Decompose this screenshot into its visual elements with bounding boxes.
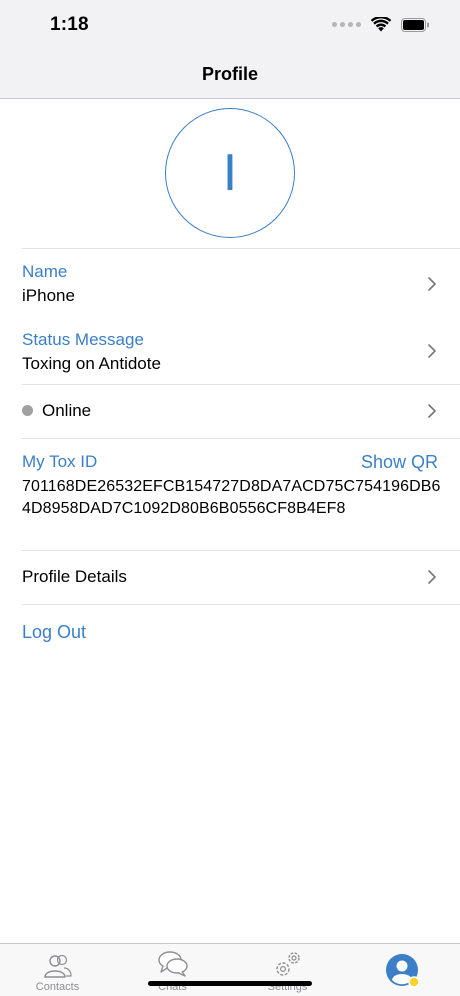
profile-avatar-icon xyxy=(386,954,420,988)
status-bar: 1:18 xyxy=(0,0,460,50)
name-row[interactable]: Name iPhone xyxy=(22,261,438,311)
status-message-label: Status Message xyxy=(22,330,144,349)
contacts-icon xyxy=(44,954,72,978)
divider xyxy=(22,248,460,249)
status-time: 1:18 xyxy=(50,14,89,35)
tab-contacts-label: Contacts xyxy=(35,981,80,993)
tab-profile[interactable] xyxy=(345,944,460,996)
chevron-right-icon xyxy=(428,570,436,584)
name-value: iPhone xyxy=(22,286,75,305)
avatar-initial: I xyxy=(222,144,238,202)
name-label: Name xyxy=(22,262,68,281)
divider xyxy=(22,438,460,439)
online-status: Online xyxy=(22,400,438,422)
show-qr-button[interactable]: Show QR xyxy=(361,451,438,473)
tox-id-value[interactable]: 701168DE26532EFCB154727D8DA7ACD75C754196… xyxy=(22,476,442,520)
chevron-right-icon xyxy=(428,404,436,418)
profile-avatar[interactable]: I xyxy=(165,108,295,238)
online-status-row[interactable]: Online xyxy=(22,400,438,424)
online-status-label: Online xyxy=(42,401,92,420)
chevron-right-icon xyxy=(428,344,436,358)
status-message-value: Toxing on Antidote xyxy=(22,354,161,373)
log-out-row[interactable]: Log Out xyxy=(22,621,438,645)
divider xyxy=(22,384,460,385)
navigation-bar: Profile xyxy=(0,50,460,99)
profile-details-row[interactable]: Profile Details xyxy=(22,566,438,590)
tox-id-section: My Tox ID Show QR 701168DE26532EFCB15472… xyxy=(22,451,440,541)
log-out-button[interactable]: Log Out xyxy=(22,621,438,643)
online-badge-icon xyxy=(408,976,420,988)
cellular-signal-icon xyxy=(332,22,361,27)
page-title: Profile xyxy=(201,64,258,84)
home-indicator xyxy=(148,981,312,986)
tab-settings[interactable]: Settings xyxy=(230,944,345,996)
tab-contacts[interactable]: Contacts xyxy=(0,944,115,996)
status-message-row[interactable]: Status Message Toxing on Antidote xyxy=(22,329,438,379)
settings-icon xyxy=(276,952,300,976)
status-dot-icon xyxy=(22,405,33,417)
divider xyxy=(22,604,460,605)
chevron-right-icon xyxy=(428,277,436,291)
battery-icon xyxy=(401,17,429,32)
tab-bar: Contacts Chats Settings xyxy=(0,943,460,996)
profile-details-label: Profile Details xyxy=(22,567,127,586)
chats-icon xyxy=(158,951,188,977)
status-icons xyxy=(332,17,430,32)
divider xyxy=(22,550,460,551)
wifi-icon xyxy=(371,17,391,32)
tab-chats[interactable]: Chats xyxy=(115,944,230,996)
